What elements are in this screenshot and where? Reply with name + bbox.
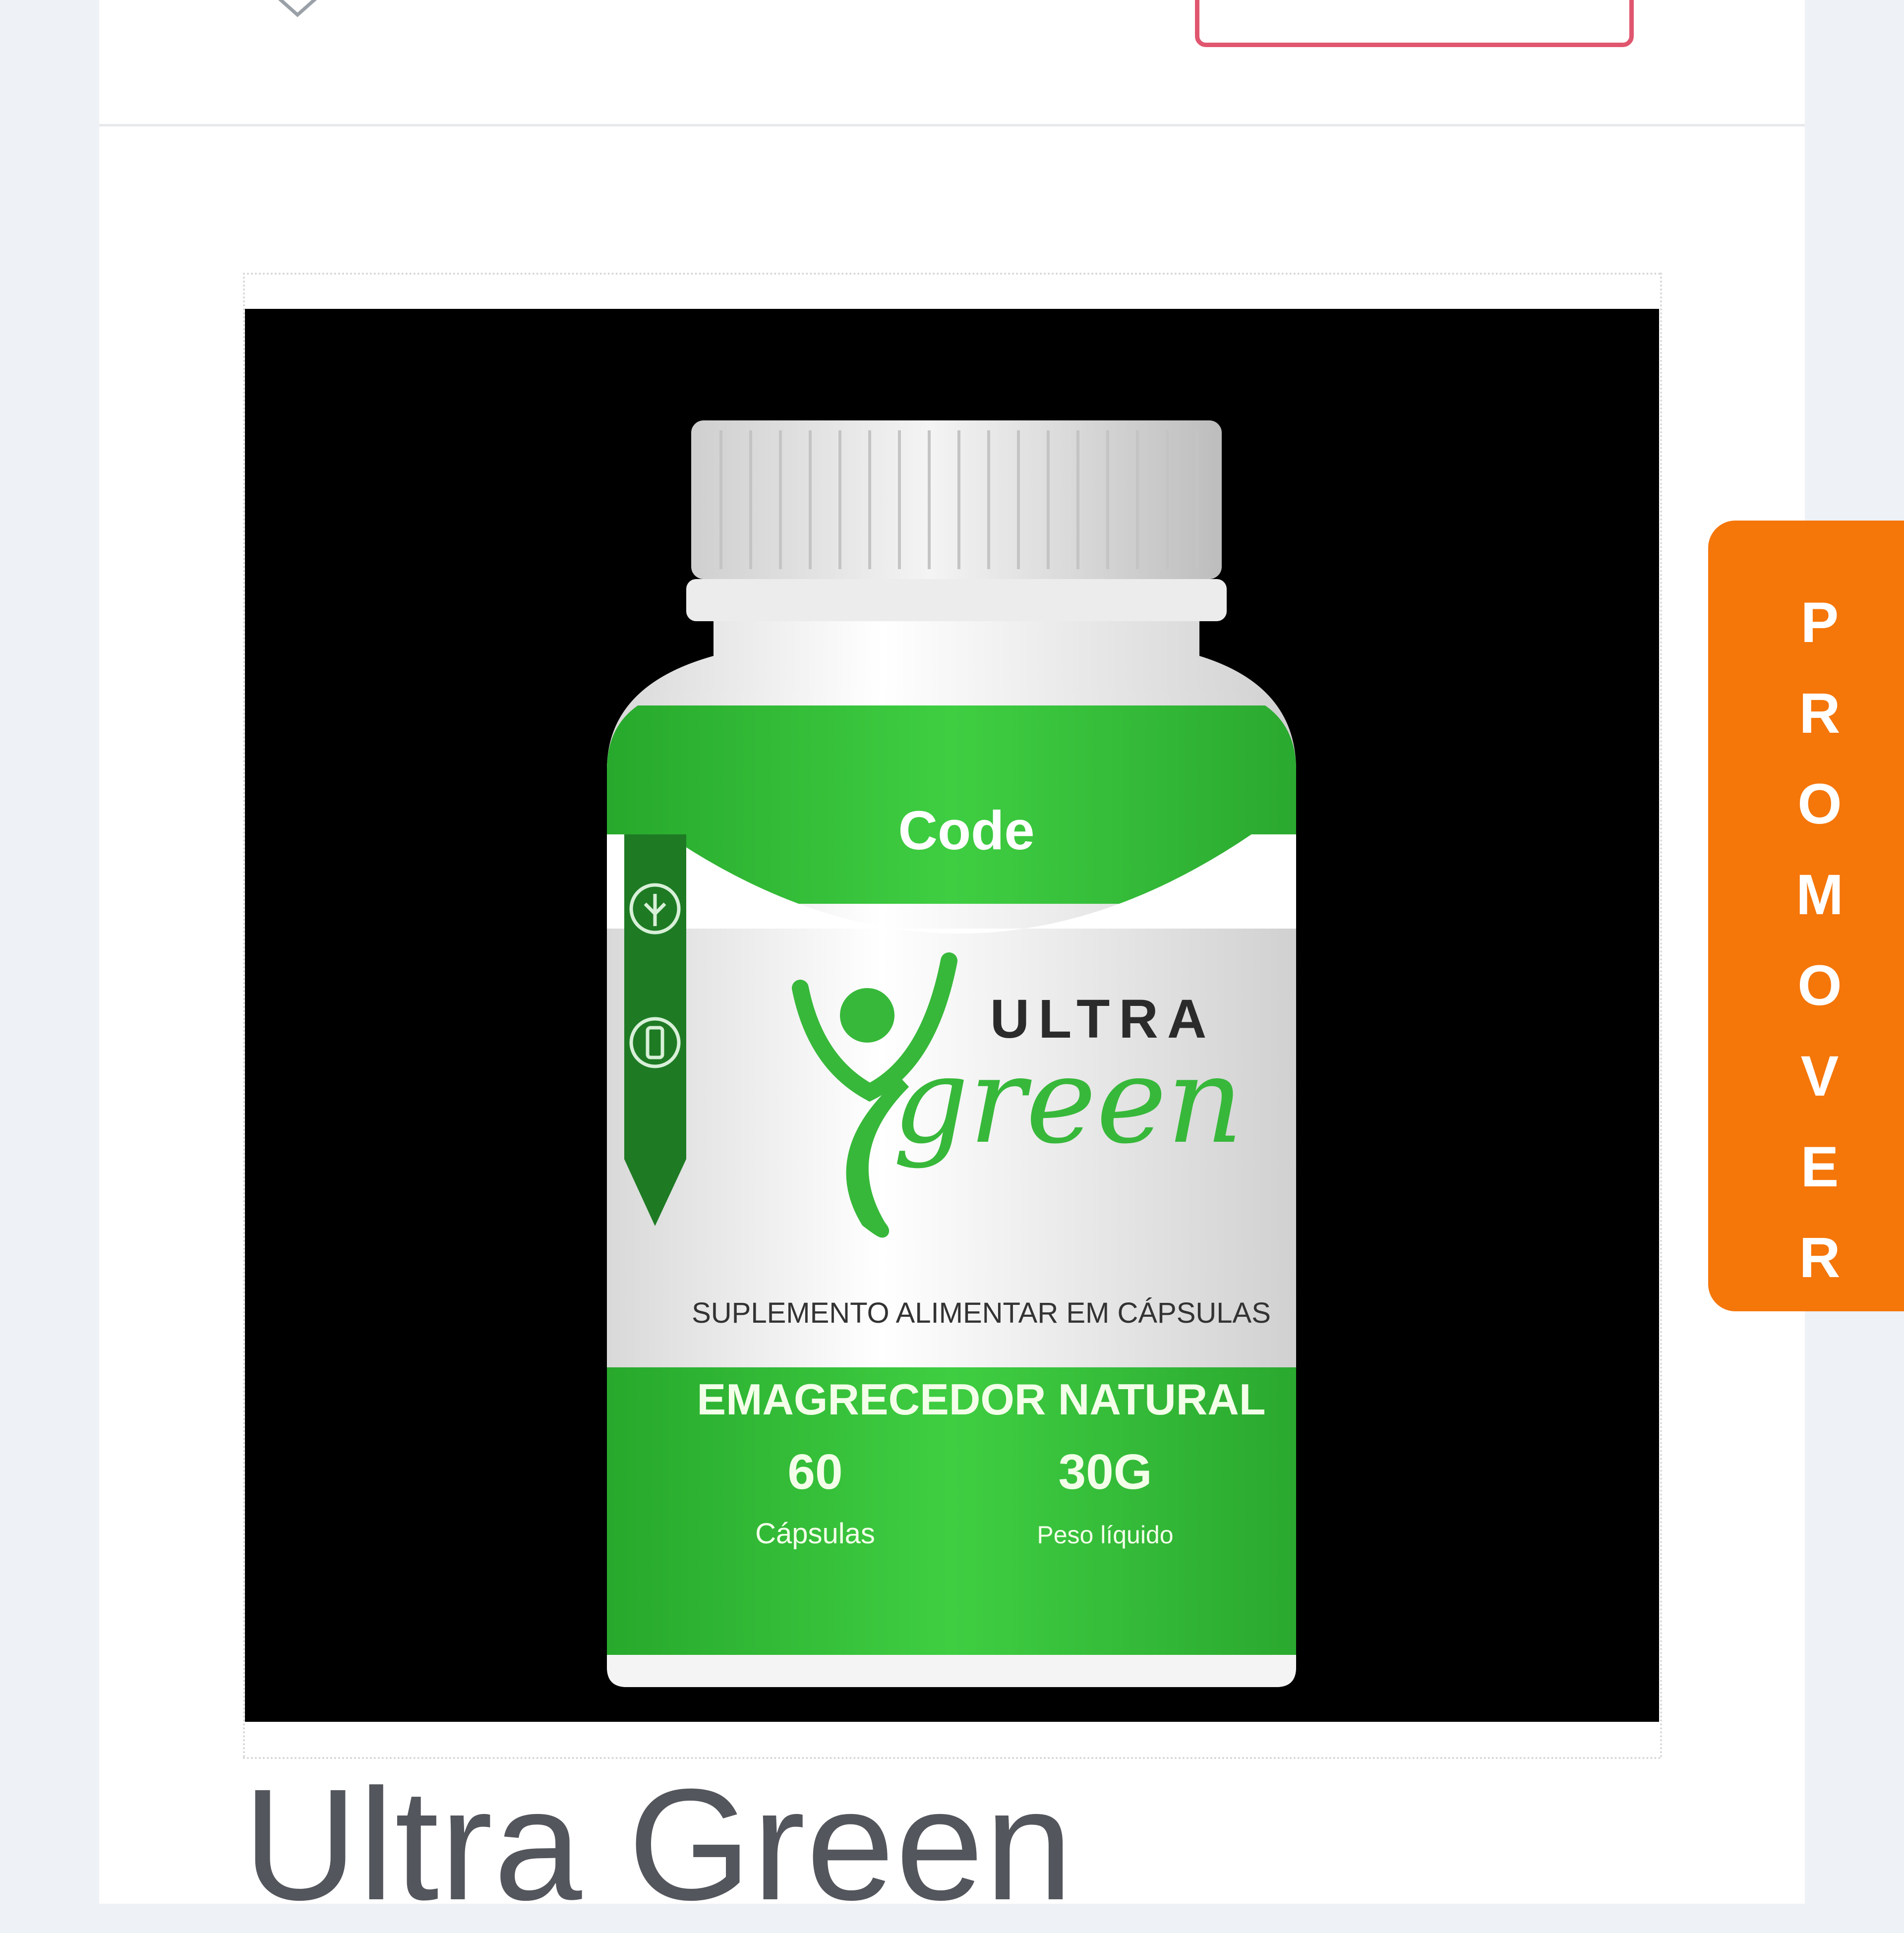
promover-letter: R [1799, 682, 1841, 745]
bottle-subtitle-text: SUPLEMENTO ALIMENTAR EM CÁPSULAS [692, 1297, 1271, 1329]
product-bottle-illustration: Code ULTRA green SUPLEMENTO ALIMENTAR EM… [607, 420, 1296, 1687]
bottle-brand-text: Code [898, 800, 1035, 861]
logo-green-text: green [893, 1031, 1244, 1170]
promover-letter: O [1797, 772, 1842, 836]
promover-letter: P [1800, 591, 1839, 654]
bottle-capsule-label: Cápsulas [755, 1518, 875, 1550]
promover-tab[interactable]: P R O M O V E R [1708, 521, 1904, 1311]
promover-letter: E [1800, 1135, 1839, 1199]
promover-label: P R O M O V E R [1787, 578, 1852, 1303]
bottle-cap [691, 420, 1222, 579]
chevron-down-icon[interactable] [270, 0, 325, 20]
promover-letter: O [1797, 954, 1842, 1017]
promover-letter: V [1800, 1045, 1839, 1108]
bottle-weight-value: 30G [1058, 1444, 1152, 1500]
header-action-button[interactable] [1195, 0, 1634, 47]
logo-figure-head [840, 988, 894, 1043]
product-image: Code ULTRA green SUPLEMENTO ALIMENTAR EM… [245, 309, 1659, 1722]
promover-letter: R [1799, 1226, 1841, 1289]
page-card: Code ULTRA green SUPLEMENTO ALIMENTAR EM… [99, 0, 1805, 1924]
bottle-capsule-count: 60 [787, 1444, 842, 1500]
bottle-band-title: EMAGRECEDOR NATURAL [697, 1375, 1265, 1424]
bottle-weight-label: Peso líquido [1037, 1521, 1173, 1549]
promover-letter: M [1796, 863, 1844, 927]
site-header [99, 0, 1805, 126]
product-title: Ultra Green [243, 1756, 1074, 1933]
